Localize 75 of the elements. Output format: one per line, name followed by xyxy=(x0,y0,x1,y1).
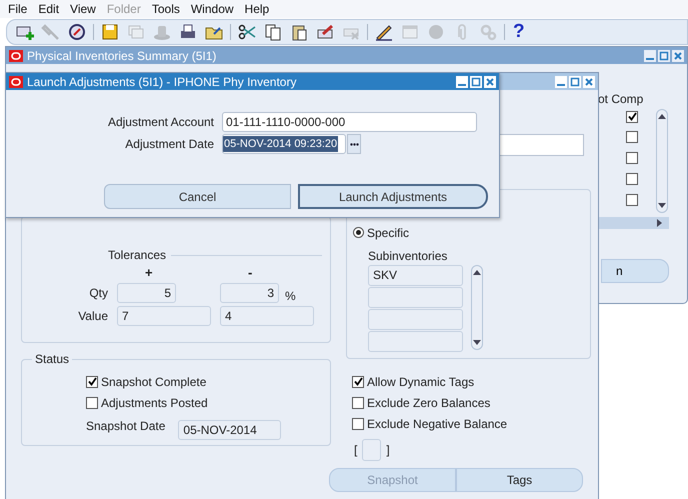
bracket-label: ] xyxy=(385,443,391,457)
checkbox[interactable] xyxy=(626,152,638,164)
checkbox-label: Adjustments Posted xyxy=(101,396,208,410)
radio-button[interactable] xyxy=(353,227,364,238)
close-icon[interactable] xyxy=(583,76,595,88)
field-label: Snapshot Date xyxy=(86,418,166,432)
maximize-icon[interactable] xyxy=(569,76,581,88)
input-field[interactable]: 7 xyxy=(117,306,211,326)
checkbox-label: Allow Dynamic Tags xyxy=(367,374,474,388)
scrollbar[interactable] xyxy=(656,109,668,213)
scroll-down-icon[interactable] xyxy=(473,340,481,346)
input-field[interactable] xyxy=(368,287,463,308)
menu-item[interactable]: View xyxy=(70,2,96,16)
field-label: Adjustment Date xyxy=(124,137,214,151)
plus-label: + xyxy=(144,265,154,280)
checkbox[interactable] xyxy=(626,194,638,206)
window-title: Physical Inventories Summary (5I1) xyxy=(27,48,216,62)
scroll-right-icon[interactable] xyxy=(657,219,663,227)
checkbox[interactable] xyxy=(626,173,638,185)
menu-item[interactable]: File xyxy=(8,2,28,16)
input-field[interactable]: 05-NOV-2014 xyxy=(178,420,282,440)
percent-label: % xyxy=(285,289,297,303)
input-field[interactable]: 4 xyxy=(220,306,314,326)
checkbox-label: Exclude Negative Balance xyxy=(367,416,508,430)
scroll-up-icon[interactable] xyxy=(658,113,666,119)
minimize-icon[interactable] xyxy=(555,76,567,88)
input-field[interactable]: 3 xyxy=(220,283,279,303)
oracle-logo-icon xyxy=(9,76,23,88)
menu-item[interactable]: Help xyxy=(244,2,270,16)
list-header: Subinventories xyxy=(368,249,448,263)
pages-icon[interactable] xyxy=(263,22,283,42)
bracket-label: [ xyxy=(353,443,358,457)
window-title: Launch Adjustments (5I1) - IPHONE Phy Inventory xyxy=(27,74,296,88)
checkbox[interactable] xyxy=(626,110,638,122)
radio-label: Specific xyxy=(367,226,410,240)
scroll-up-icon[interactable] xyxy=(473,269,481,275)
dialog-button[interactable]: Launch Adjustments xyxy=(298,184,488,209)
button[interactable]: n xyxy=(601,259,669,283)
input-field[interactable]: 01-111-1110-0000-000 xyxy=(222,112,477,132)
input-field[interactable]: 05-NOV-2014 09:23:20 xyxy=(222,134,346,154)
minus-label: - xyxy=(247,265,254,280)
checkbox[interactable] xyxy=(86,396,98,408)
input-field[interactable]: SKV xyxy=(368,265,463,286)
input-field[interactable] xyxy=(368,331,463,352)
minimize-icon[interactable] xyxy=(456,76,468,88)
checkbox[interactable] xyxy=(86,376,98,388)
checkbox[interactable] xyxy=(352,396,364,408)
input-field[interactable] xyxy=(362,439,382,461)
section-title: Tolerances xyxy=(108,248,166,262)
compass-icon[interactable] xyxy=(67,22,87,42)
ellipsis-icon[interactable] xyxy=(347,134,361,154)
maximize-icon[interactable] xyxy=(470,76,482,88)
checkbox-label: Exclude Zero Balances xyxy=(367,396,490,410)
input-field[interactable] xyxy=(368,309,463,330)
input-field[interactable]: 5 xyxy=(117,283,176,303)
help-icon[interactable]: ? xyxy=(511,22,527,42)
menu-item[interactable]: Edit xyxy=(38,2,60,16)
checkbox[interactable] xyxy=(352,418,364,430)
checkbox[interactable] xyxy=(352,376,364,388)
dialog-button[interactable]: Cancel xyxy=(104,184,291,209)
oracle-logo-icon xyxy=(9,50,23,62)
section-title: Status xyxy=(32,352,72,366)
field-label: Adjustment Account xyxy=(106,115,214,129)
close-icon[interactable] xyxy=(484,76,496,88)
menu-item[interactable]: Tools xyxy=(152,2,180,16)
checkbox[interactable] xyxy=(626,131,638,143)
field-label: Value xyxy=(77,309,109,323)
checkbox-label: Snapshot Complete xyxy=(101,374,206,388)
menu-item[interactable]: Window xyxy=(190,2,234,16)
scroll-down-icon[interactable] xyxy=(658,203,666,209)
horizontal-scrollbar[interactable] xyxy=(599,217,669,229)
field-label: Qty xyxy=(88,286,109,300)
scissors-icon[interactable] xyxy=(237,22,257,42)
scrollbar[interactable] xyxy=(471,265,483,350)
action-button[interactable]: Tags xyxy=(456,468,583,492)
